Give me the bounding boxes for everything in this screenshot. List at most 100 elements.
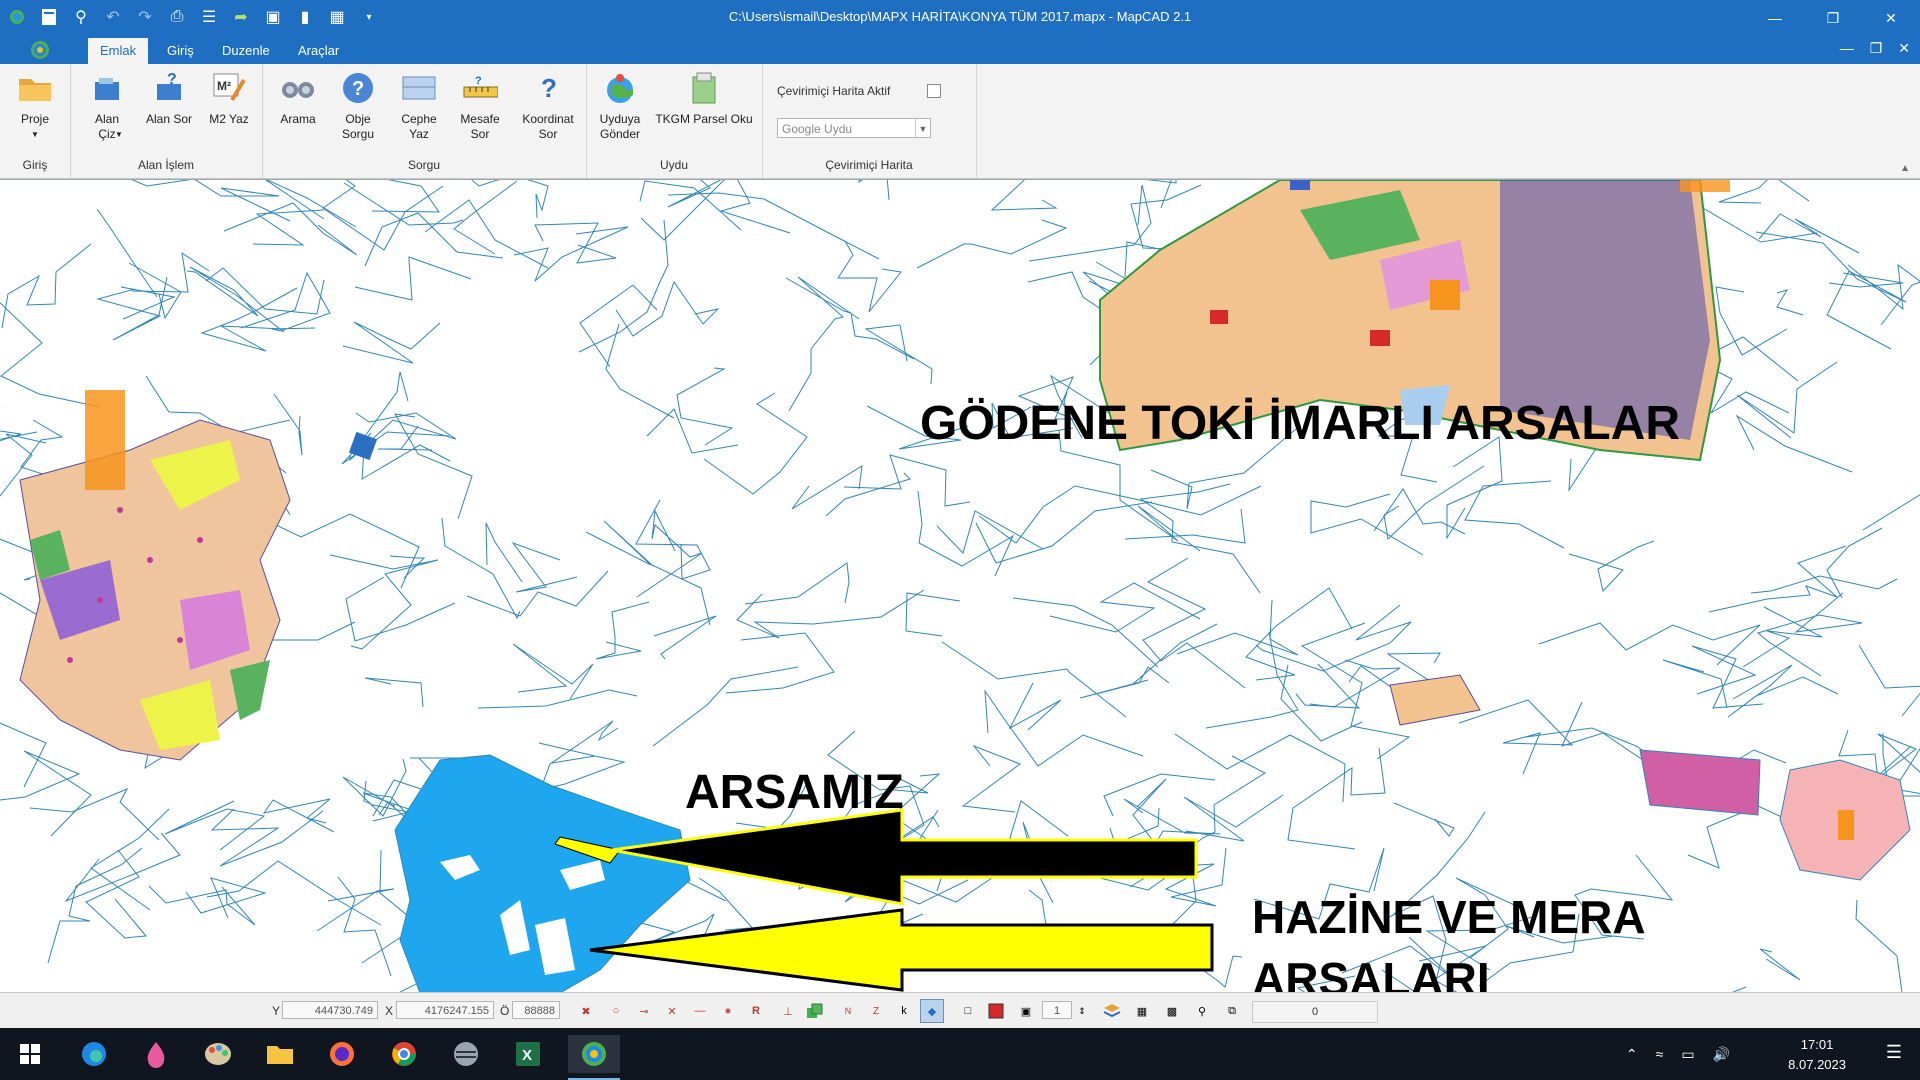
obje-sorgu-button[interactable]: ? Obje Sorgu xyxy=(328,70,388,142)
online-map-checkbox[interactable] xyxy=(927,84,941,98)
status-toolbar: Y 444730.749 X 4176247.155 Ö 88888 ✖ ○ ⊸… xyxy=(0,992,1920,1029)
layers-green-icon[interactable] xyxy=(802,999,826,1023)
collapse-ribbon-icon[interactable]: ▲ xyxy=(1900,163,1910,174)
zoom-extent-icon[interactable]: ⚲ xyxy=(1190,999,1214,1023)
parcel-boundary xyxy=(1176,599,1299,656)
layers-icon[interactable] xyxy=(1100,999,1124,1023)
parcel-boundary xyxy=(640,180,725,241)
app-menu-button[interactable] xyxy=(26,39,54,61)
doc-restore-icon[interactable]: ❐ xyxy=(1870,40,1883,57)
online-map-provider-select[interactable]: Google Uydu ▼ xyxy=(777,118,931,138)
mesafe-sor-button[interactable]: ? Mesafe Sor xyxy=(450,70,510,142)
system-clock[interactable]: 17:01 8.07.2023 xyxy=(1788,1035,1846,1075)
scale-field[interactable]: 1 xyxy=(1042,1001,1072,1019)
doc-minimize-icon[interactable]: — xyxy=(1840,40,1854,57)
cephe-yaz-button[interactable]: Cephe Yaz xyxy=(389,70,449,142)
parcel-boundary xyxy=(676,367,734,446)
map-drawing xyxy=(0,180,1920,993)
arama-button[interactable]: Arama xyxy=(268,70,328,127)
diamond-snap-icon[interactable]: ◆ xyxy=(920,999,944,1023)
paint-drop-icon[interactable] xyxy=(134,1035,178,1073)
file-explorer-icon[interactable] xyxy=(258,1035,302,1073)
parcel-boundary xyxy=(206,860,382,926)
perpendicular-icon[interactable]: ⊥ xyxy=(776,999,800,1023)
chevron-up-icon[interactable]: ⌃ xyxy=(1626,1046,1638,1063)
frame-icon[interactable]: ▣ xyxy=(1014,999,1038,1023)
parcel-boundary xyxy=(29,787,160,841)
tab-araclar[interactable]: Araçlar xyxy=(286,38,351,64)
mapcad-icon[interactable] xyxy=(568,1035,620,1073)
image-icon[interactable]: ▦ xyxy=(1130,999,1154,1023)
parcel-boundary xyxy=(736,589,925,639)
parcel-boundary xyxy=(477,689,638,709)
parcel-boundary xyxy=(646,408,739,454)
tab-giris[interactable]: Giriş xyxy=(155,38,206,64)
m2-yaz-button[interactable]: M² M2 Yaz xyxy=(199,70,259,127)
parcel-boundary xyxy=(1715,286,1788,356)
parcel-boundary xyxy=(1132,623,1218,685)
alan-ciz-button[interactable]: Alan Çiz ▼ xyxy=(77,70,137,142)
rectangle-icon[interactable]: □ xyxy=(956,999,980,1023)
parcel-boundary xyxy=(1862,494,1920,531)
label-arsamiz: ARSAMIZ xyxy=(685,766,904,819)
query-area-icon: ? xyxy=(151,70,187,106)
north-icon[interactable]: N xyxy=(836,999,860,1023)
tab-emlak[interactable]: Emlak xyxy=(88,38,149,64)
spinner-icon[interactable]: ⇕ xyxy=(1070,999,1094,1023)
minimize-icon[interactable]: — xyxy=(1746,0,1804,36)
svg-text:?: ? xyxy=(475,75,482,87)
windows-start-icon[interactable] xyxy=(8,1035,52,1073)
map-canvas[interactable]: GÖDENE TOKİ İMARLI ARSALAR ARSAMIZ HAZİN… xyxy=(0,179,1920,1005)
z-icon[interactable]: Z xyxy=(864,999,888,1023)
wifi-icon[interactable]: ≈ xyxy=(1656,1046,1664,1062)
uyduya-gonder-button[interactable]: Uyduya Gönder xyxy=(590,70,650,142)
alan-sor-button[interactable]: ? Alan Sor xyxy=(139,70,199,127)
fill-color-icon[interactable] xyxy=(984,999,1008,1023)
proje-button[interactable]: Proje ▼ xyxy=(5,70,65,142)
parcel-boundary xyxy=(1708,545,1847,613)
tab-duzenle[interactable]: Duzenle xyxy=(210,38,282,64)
restore-icon[interactable]: ❐ xyxy=(1804,0,1862,36)
clock-time: 17:01 xyxy=(1800,1037,1834,1052)
parcel-boundary xyxy=(1750,575,1898,594)
snap-intersection-icon[interactable]: ✕ xyxy=(660,999,684,1023)
svg-text:?: ? xyxy=(167,72,177,88)
y-label: Y xyxy=(272,1004,281,1018)
parcel-boundary xyxy=(1142,557,1246,689)
close-icon[interactable]: ✕ xyxy=(1862,0,1920,36)
firefox-icon[interactable] xyxy=(320,1035,364,1073)
excel-icon[interactable]: X xyxy=(506,1035,550,1073)
parcel-boundary xyxy=(639,180,742,231)
picture-frame-icon[interactable]: ▩ xyxy=(1160,999,1184,1023)
tkgm-parsel-oku-button[interactable]: TKGM Parsel Oku xyxy=(650,70,758,127)
snap-r-icon[interactable]: R xyxy=(744,999,768,1023)
parcel-boundary xyxy=(1103,773,1216,817)
left-city-zone xyxy=(19,390,378,761)
volume-icon[interactable]: 🔊 xyxy=(1713,1046,1730,1063)
chrome-icon[interactable] xyxy=(382,1035,426,1073)
snap-off-icon[interactable]: ✖ xyxy=(574,999,598,1023)
palette-icon[interactable] xyxy=(196,1035,240,1073)
parcel-boundary xyxy=(1079,666,1170,699)
snap-circle-icon[interactable]: ○ xyxy=(604,999,628,1023)
battery-icon[interactable]: ▭ xyxy=(1681,1046,1694,1063)
notification-icon[interactable]: ☰ xyxy=(1886,1042,1902,1063)
copy-icon[interactable]: ⧉ xyxy=(1220,999,1244,1023)
network-app-icon[interactable] xyxy=(444,1035,488,1073)
doc-close-icon[interactable]: ✕ xyxy=(1898,40,1910,57)
parcel-boundary xyxy=(1758,213,1860,254)
parcel-boundary xyxy=(1139,483,1261,594)
parcel-boundary xyxy=(1280,664,1363,742)
parcel-boundary xyxy=(1205,631,1299,729)
ribbon-tab-bar: Emlak Giriş Duzenle Araçlar — ❐ ✕ xyxy=(0,36,1920,64)
k-icon[interactable]: k xyxy=(892,999,916,1023)
snap-midpoint-icon[interactable]: ⁕ xyxy=(716,999,740,1023)
parcel-boundary xyxy=(652,666,799,747)
snap-line-icon[interactable]: — xyxy=(688,999,712,1023)
parcel-boundary xyxy=(1008,682,1062,731)
edge-icon[interactable] xyxy=(72,1035,116,1073)
parcel-boundary xyxy=(262,798,335,833)
snap-endpoint-icon[interactable]: ⊸ xyxy=(632,999,656,1023)
parcel-boundary xyxy=(1736,361,1838,439)
koordinat-sor-button[interactable]: ? Koordinat Sor xyxy=(516,70,580,142)
